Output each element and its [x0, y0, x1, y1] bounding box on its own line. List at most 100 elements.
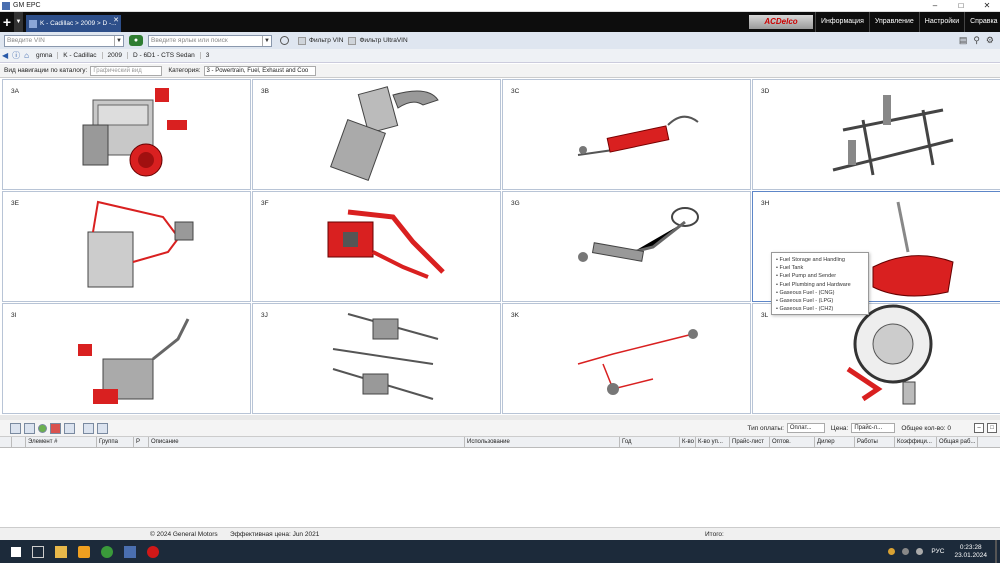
filter-ultravin-checkbox[interactable] [348, 36, 357, 45]
chrome-icon[interactable] [101, 545, 113, 558]
parts-table: Элемент # Группа Р Описание Использовани… [0, 437, 1000, 527]
search-global-icon[interactable]: ⚲ [973, 35, 980, 46]
tab-dropdown-button[interactable]: ▼ [14, 12, 23, 32]
tooltip-item: Fuel Plumbing and Hardware [776, 281, 864, 289]
gear-icon[interactable]: ⚙ [986, 35, 994, 46]
opera-icon[interactable] [147, 545, 159, 558]
catalog-grid: 3A 3B 3C 3D 3E 3F 3G 3H 3I 3J 3K 3L [2, 79, 1000, 415]
window-title: GM EPC [13, 2, 41, 9]
col-wholesale[interactable]: Оптов. [770, 437, 815, 448]
search-input[interactable]: Введите ярлык или поиск ▼ [148, 34, 272, 47]
col-dealer[interactable]: Дилер [815, 437, 855, 448]
col-usage[interactable]: Использование [465, 437, 620, 448]
home-icon[interactable]: ⌂ [24, 51, 29, 60]
volume-icon[interactable] [916, 548, 924, 555]
col-total-labor[interactable]: Общая раб... [937, 437, 978, 448]
category-select-value: 3 - Powertrain, Fuel, Exhaust and Coo [206, 67, 309, 74]
gm-epc-taskbar-icon[interactable] [124, 545, 136, 558]
copy-icon[interactable] [64, 422, 75, 434]
show-desktop-button[interactable] [995, 540, 997, 563]
breadcrumb-year[interactable]: 2009 [103, 52, 128, 59]
exhaust-illustration [577, 115, 699, 156]
payment-type-label: Тип оплаты: [747, 424, 784, 432]
restore-panel-button[interactable]: □ [987, 423, 997, 433]
intake-illustration [330, 86, 439, 181]
menu-info[interactable]: Информация [815, 12, 869, 32]
windows-start-icon[interactable] [11, 546, 21, 557]
col-flag[interactable] [12, 437, 26, 448]
breadcrumb-model[interactable]: D - 6D1 - CTS Sedan [128, 52, 201, 59]
price-select[interactable]: Прайс-л... [851, 423, 896, 433]
clock[interactable]: 0:23:28 23.01.2024 [954, 544, 987, 560]
back-arrow-icon[interactable]: ◀ [2, 51, 8, 60]
catalog-cell-3f[interactable]: 3F [252, 191, 501, 302]
vehicle-icon[interactable]: ● [129, 35, 143, 46]
col-qty[interactable]: К-во [680, 437, 696, 448]
minimize-button[interactable]: – [922, 0, 948, 11]
col-select[interactable] [0, 437, 12, 448]
breadcrumb-category[interactable]: 3 [201, 52, 215, 59]
tooltip-item: Gaseous Fuel - (LPG) [776, 297, 864, 305]
driveline-illustration [332, 313, 439, 400]
col-element[interactable]: Элемент # [26, 437, 97, 448]
close-button[interactable]: ✕ [974, 0, 1000, 11]
col-year[interactable]: Год [620, 437, 680, 448]
tooltip-item: Gaseous Fuel - (CH2) [776, 305, 864, 313]
maximize-button[interactable]: □ [948, 0, 974, 11]
chevron-down-icon[interactable]: ▼ [114, 35, 123, 46]
breadcrumb-gmna[interactable]: gmna [31, 52, 59, 59]
category-label: Категория: [168, 67, 201, 74]
menu-settings[interactable]: Настройки [918, 12, 964, 32]
catalog-icon [29, 19, 37, 28]
col-r[interactable]: Р [134, 437, 149, 448]
vin-input[interactable]: Введите VIN ▼ [4, 34, 124, 47]
breadcrumb-make[interactable]: K - Cadillac [58, 52, 103, 59]
col-labor[interactable]: Работы [855, 437, 895, 448]
view-select[interactable]: Графический вид [90, 65, 163, 76]
catalog-cell-3d[interactable]: 3D [752, 79, 1000, 190]
delete-icon[interactable] [50, 422, 61, 434]
new-tab-button[interactable]: + [0, 12, 14, 32]
print-icon[interactable] [97, 422, 108, 434]
file-explorer-icon[interactable] [55, 545, 67, 558]
car-list-icon[interactable]: ▤ [959, 35, 968, 46]
network-icon[interactable] [902, 548, 910, 555]
chevron-down-icon[interactable]: ▼ [262, 35, 271, 46]
col-price-list[interactable]: Прайс-лист [730, 437, 770, 448]
catalog-cell-3l[interactable]: 3L [752, 303, 1000, 414]
filter-vin-checkbox[interactable] [298, 36, 306, 45]
info-icon[interactable]: ⓘ [12, 50, 20, 61]
add-icon[interactable] [38, 423, 47, 433]
catalog-cell-3j[interactable]: 3J [252, 303, 501, 414]
menu-management[interactable]: Управление [868, 12, 919, 32]
minimize-panel-button[interactable]: – [974, 423, 984, 433]
catalog-cell-3a[interactable]: 3A [2, 79, 251, 190]
catalog-cell-3e[interactable]: 3E [2, 191, 251, 302]
catalog-cell-3k[interactable]: 3K [502, 303, 751, 414]
category-select[interactable]: 3 - Powertrain, Fuel, Exhaust and Coo [203, 65, 316, 76]
col-pack-qty[interactable]: К-во уп... [696, 437, 730, 448]
status-bar: © 2024 General Motors Эффективная цена: … [0, 527, 1000, 540]
email-icon[interactable] [83, 422, 94, 434]
close-tab-icon[interactable]: ✕ [113, 16, 119, 24]
catalog-cell-3g[interactable]: 3G [502, 191, 751, 302]
col-group[interactable]: Группа [97, 437, 134, 448]
save-icon[interactable] [24, 422, 35, 434]
calendar-app-icon[interactable] [78, 545, 90, 558]
catalog-cell-3c[interactable]: 3C [502, 79, 751, 190]
document-tab[interactable]: K - Cadillac > 2009 > D -... ✕ [26, 15, 121, 32]
search-icon[interactable] [280, 36, 289, 45]
task-view-icon[interactable] [32, 545, 44, 558]
edit-icon[interactable] [10, 422, 21, 434]
col-coefficient[interactable]: Коэффици... [895, 437, 937, 448]
chrome-tray-icon[interactable] [888, 548, 896, 555]
catalog-cell-3b[interactable]: 3B [252, 79, 501, 190]
col-description[interactable]: Описание [149, 437, 465, 448]
main-menu: Информация Управление Настройки Справка [815, 12, 1000, 32]
search-placeholder: Введите ярлык или поиск [151, 36, 228, 44]
payment-type-select[interactable]: Оплат... [786, 423, 825, 433]
menu-help[interactable]: Справка [964, 12, 1000, 32]
language-indicator[interactable]: РУС [931, 548, 944, 555]
catalog-cell-3i[interactable]: 3I [2, 303, 251, 414]
category-tooltip: Fuel Storage and Handling Fuel Tank Fuel… [771, 252, 869, 315]
